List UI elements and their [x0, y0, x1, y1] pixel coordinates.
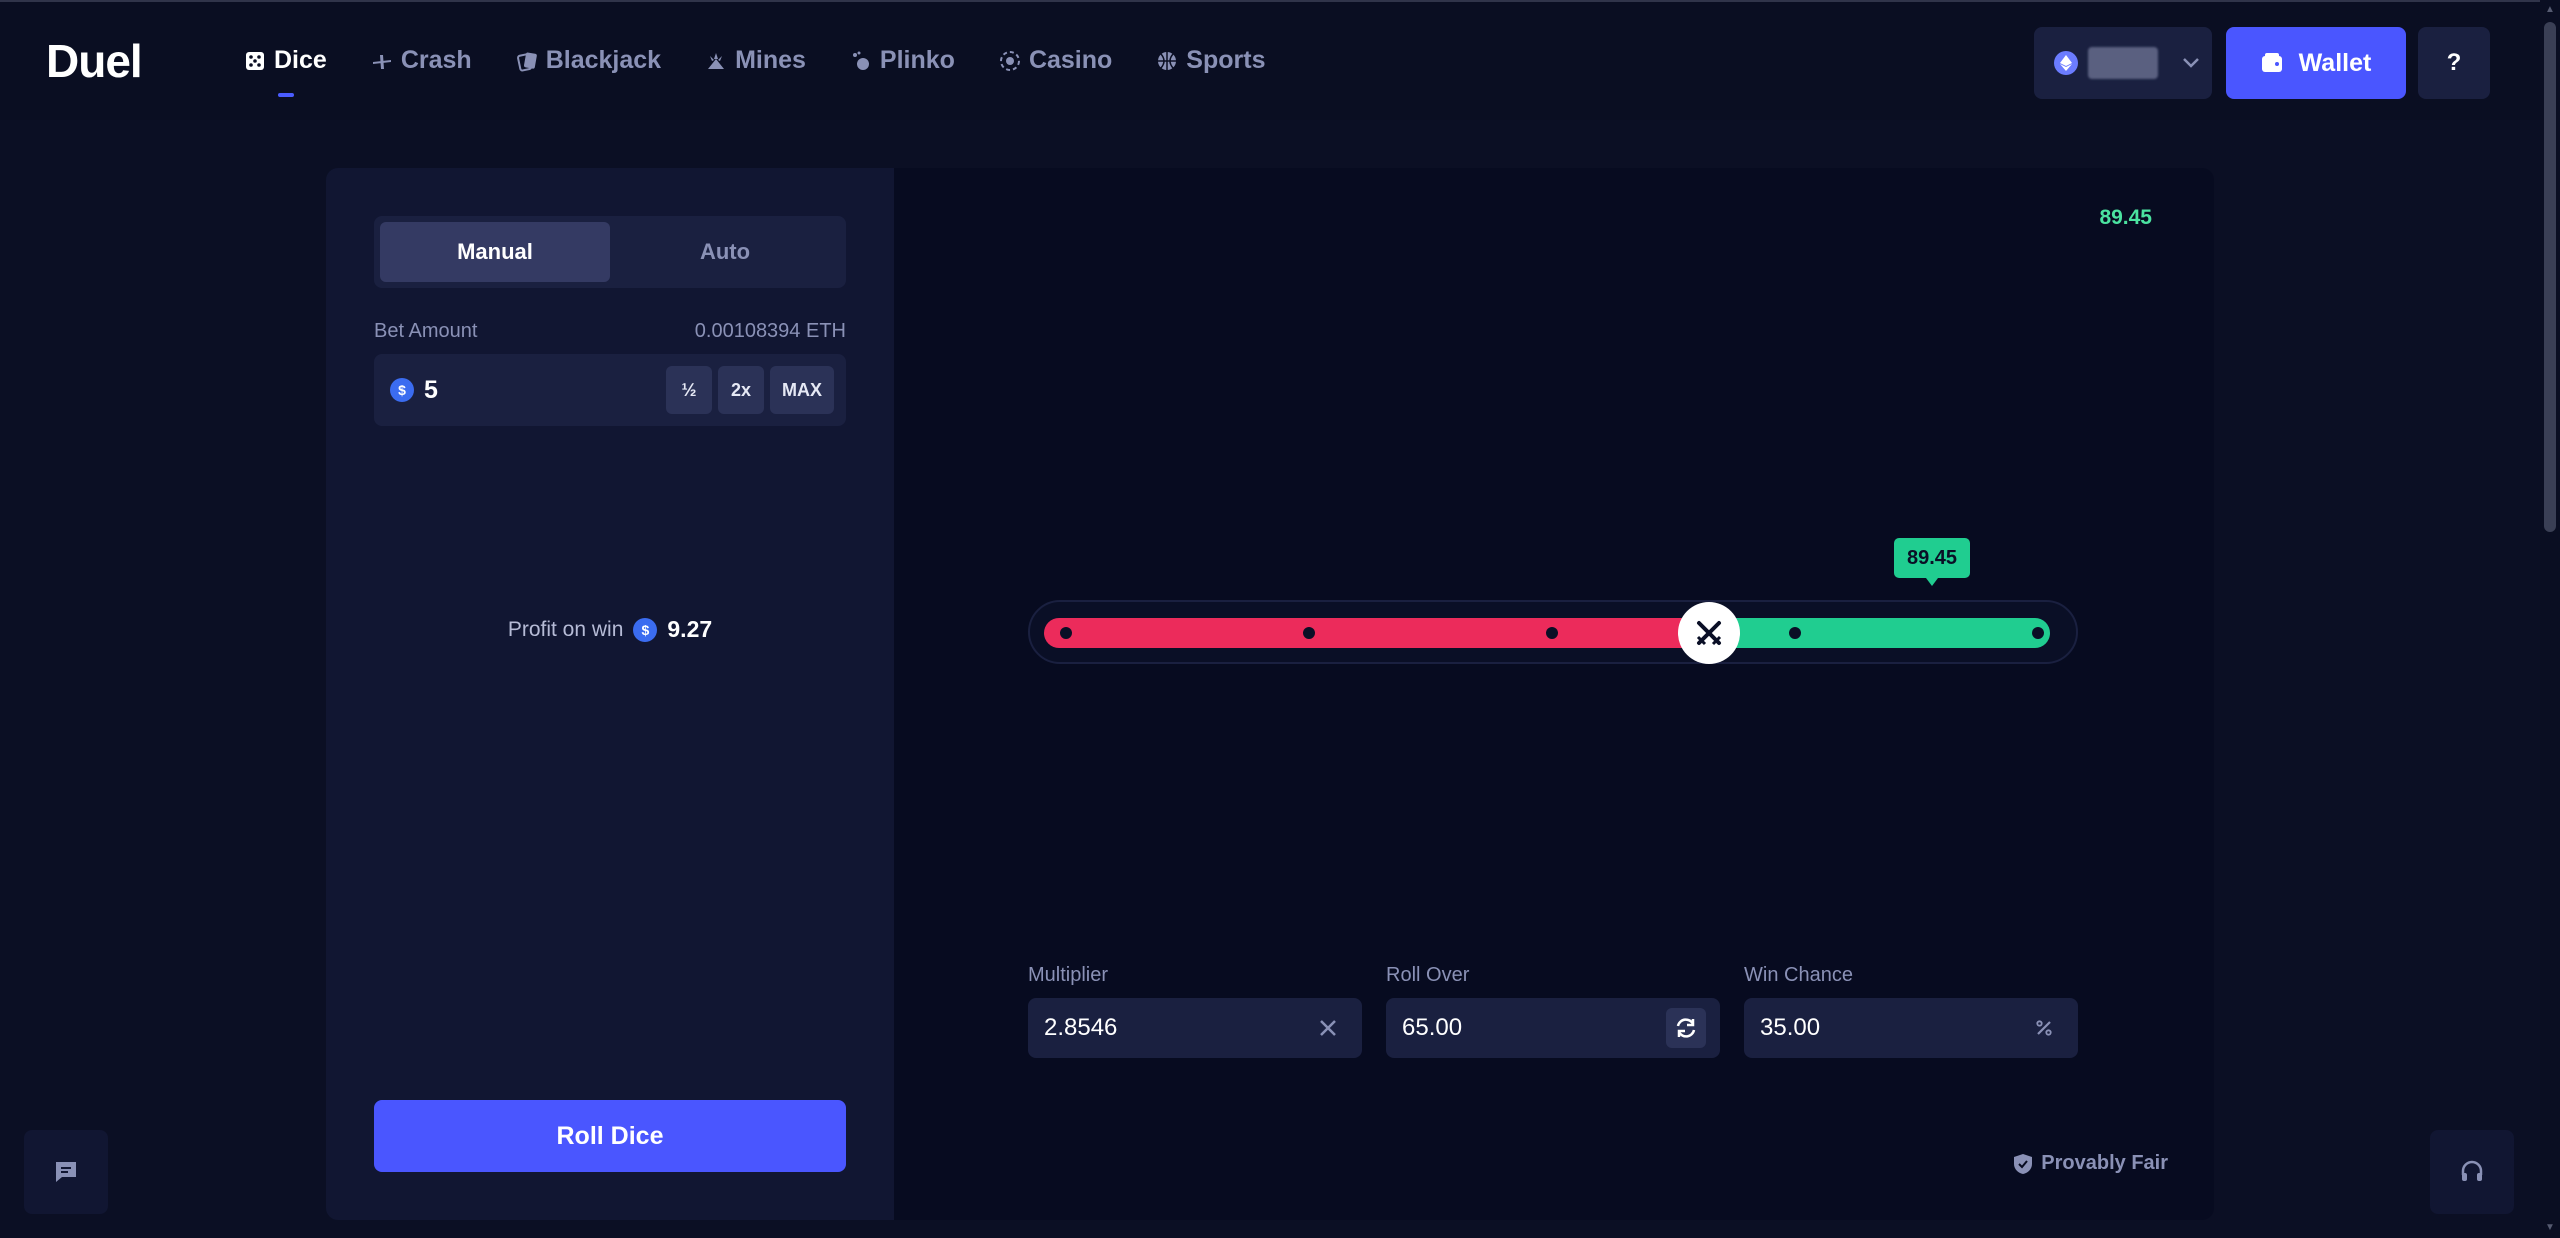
scroll-up-icon[interactable]: ▲ — [2545, 4, 2555, 15]
bet-amount-input[interactable]: $ 5 ½ 2x MAX — [374, 354, 846, 426]
help-button[interactable]: ? — [2418, 27, 2490, 99]
profit-value: 9.27 — [667, 616, 713, 642]
wallet-label: Wallet — [2298, 48, 2372, 77]
main-nav: Dice Crash Blackjack Mines Plinko Casino… — [244, 46, 1265, 97]
scroll-down-icon[interactable]: ▼ — [2545, 1222, 2555, 1233]
nav-item-plinko[interactable]: Plinko — [850, 46, 955, 75]
nav-item-crash[interactable]: Crash — [371, 46, 472, 75]
mode-manual-button[interactable]: Manual — [380, 222, 610, 282]
bet-eth-value: 0.00108394 ETH — [694, 320, 846, 342]
multiplier-value: 2.8546 — [1044, 1014, 1118, 1041]
swords-icon — [1696, 621, 1722, 646]
provably-fair-label: Provably Fair — [2041, 1152, 2168, 1174]
nav-item-blackjack[interactable]: Blackjack — [516, 46, 661, 75]
brand-logo[interactable]: Duel — [46, 34, 143, 88]
win-chance-value: 35.00 — [1760, 1014, 1821, 1041]
nav-label: Dice — [274, 46, 327, 74]
provably-fair-link[interactable]: Provably Fair — [2013, 1152, 2168, 1175]
usd-coin-icon: $ — [633, 617, 658, 642]
multiplier-label: Multiplier — [1028, 964, 1109, 986]
roll-over-label: Roll Over — [1386, 964, 1470, 986]
win-range — [1714, 618, 2050, 648]
game-board: 89.45 89.45 Multiplier 2.8546 Roll Over … — [894, 168, 2214, 1220]
nav-label: Sports — [1186, 46, 1266, 74]
slider-tick — [2032, 627, 2044, 639]
roll-over-input[interactable]: 65.00 — [1386, 998, 1720, 1058]
nav-item-mines[interactable]: Mines — [705, 46, 806, 75]
mode-auto-button[interactable]: Auto — [610, 222, 840, 282]
page-scrollbar[interactable]: ▲ ▼ — [2540, 0, 2560, 1238]
nav-label: Blackjack — [545, 46, 662, 74]
support-button[interactable] — [2430, 1130, 2514, 1214]
dice-game: Manual Auto Bet Amount 0.00108394 ETH $ … — [326, 168, 2214, 1220]
bet-amount-value: 5 — [424, 375, 438, 404]
swap-roll-button[interactable] — [1666, 1008, 1706, 1048]
bet-amount-label: Bet Amount — [374, 320, 478, 342]
slider-tick — [1546, 627, 1558, 639]
shield-icon — [2014, 1153, 2033, 1174]
lose-range — [1044, 618, 1714, 648]
half-bet-button[interactable]: ½ — [666, 366, 712, 414]
cards-icon — [516, 52, 537, 71]
slider-tick — [1303, 627, 1315, 639]
multiplier-input[interactable]: 2.8546 — [1028, 998, 1362, 1058]
plane-icon — [372, 54, 391, 69]
mine-icon — [708, 52, 725, 69]
double-bet-button[interactable]: 2x — [718, 366, 764, 414]
bet-panel: Manual Auto Bet Amount 0.00108394 ETH $ … — [326, 168, 894, 1220]
dice-icon — [246, 51, 264, 70]
close-icon — [1308, 1008, 1348, 1048]
plinko-icon — [852, 51, 869, 70]
max-bet-button[interactable]: MAX — [770, 366, 834, 414]
roll-dice-button[interactable]: Roll Dice — [374, 1100, 846, 1172]
percent-icon — [2024, 1008, 2064, 1048]
slider-handle[interactable] — [1678, 602, 1740, 664]
chip-icon — [999, 50, 1020, 71]
roll-over-value: 65.00 — [1402, 1014, 1463, 1041]
usd-coin-icon: $ — [390, 378, 414, 402]
last-roll-result[interactable]: 89.45 — [2099, 206, 2152, 230]
slider-tick — [1789, 627, 1801, 639]
chevron-down-icon — [2183, 58, 2199, 68]
basketball-icon — [1158, 51, 1177, 70]
mode-toggle: Manual Auto — [374, 216, 846, 288]
chat-icon — [56, 1162, 76, 1182]
ethereum-icon — [2054, 51, 2078, 75]
currency-selector[interactable] — [2034, 27, 2212, 99]
roll-result-tag: 89.45 — [1894, 538, 1970, 586]
slider-tick — [1060, 627, 1072, 639]
nav-label: Casino — [1028, 46, 1113, 74]
bet-modifiers: ½ 2x MAX — [666, 366, 834, 414]
nav-label: Plinko — [879, 46, 955, 74]
balance-hidden — [2088, 47, 2158, 79]
scroll-thumb[interactable] — [2544, 22, 2556, 532]
win-chance-input[interactable]: 35.00 — [1744, 998, 2078, 1058]
wallet-button[interactable]: Wallet — [2226, 27, 2406, 99]
nav-item-sports[interactable]: Sports — [1156, 46, 1265, 75]
nav-label: Mines — [735, 46, 806, 74]
profit-label: Profit on win — [507, 617, 624, 641]
nav-item-dice[interactable]: Dice — [244, 46, 327, 97]
nav-item-casino[interactable]: Casino — [999, 46, 1112, 75]
win-chance-label: Win Chance — [1744, 964, 1853, 986]
nav-label: Crash — [400, 46, 472, 74]
wallet-icon — [2261, 53, 2282, 72]
refresh-icon — [1676, 1018, 1696, 1038]
profit-on-win: Profit on win $ 9.27 — [326, 616, 894, 643]
headset-icon — [2461, 1160, 2483, 1181]
chat-button[interactable] — [24, 1130, 108, 1214]
roll-slider[interactable] — [1028, 600, 2078, 664]
top-bar: Duel Dice Crash Blackjack Mines Plinko C… — [0, 0, 2540, 120]
